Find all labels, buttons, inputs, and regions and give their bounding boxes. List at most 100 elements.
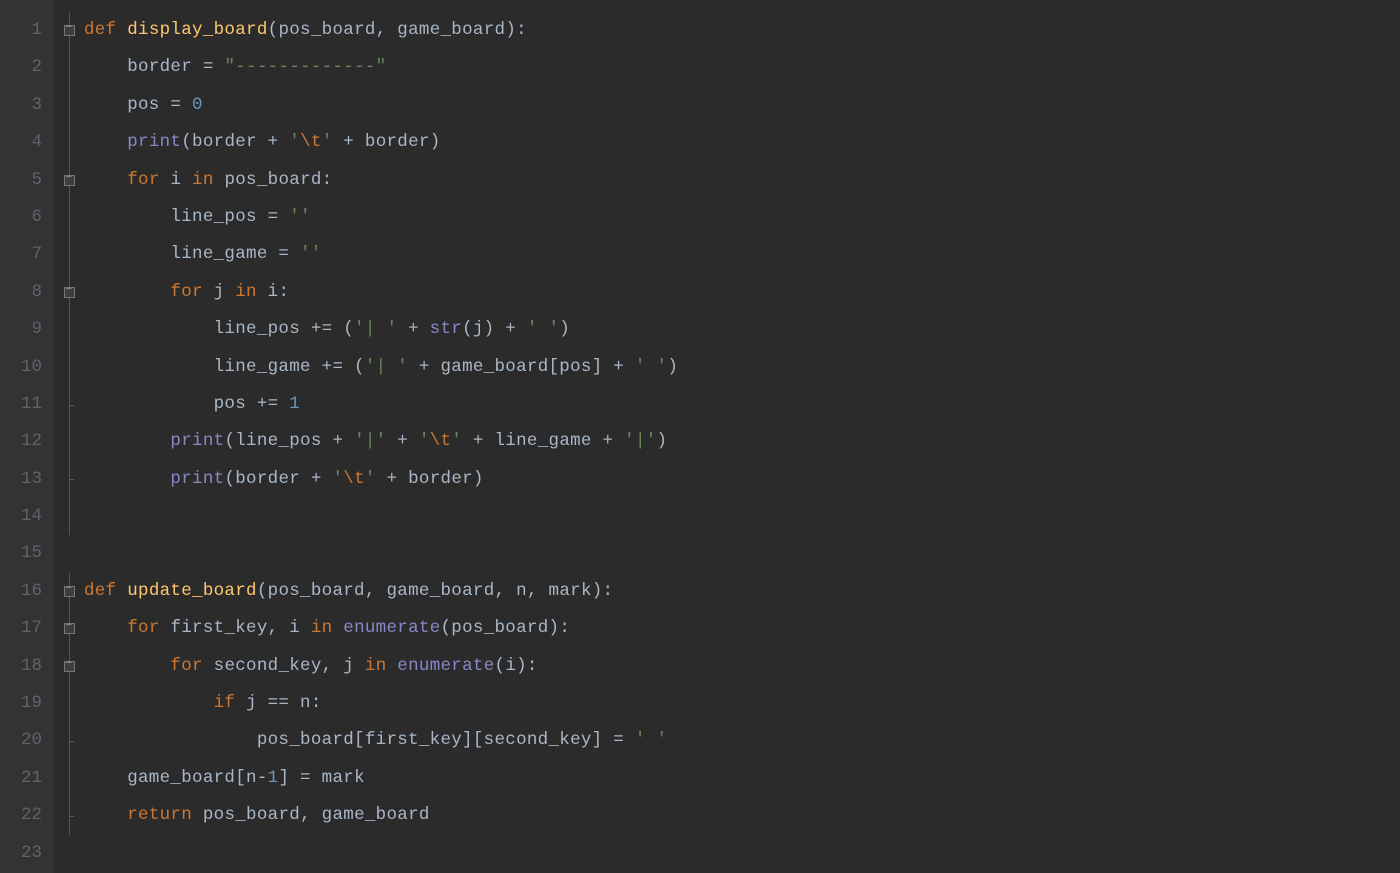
fold-cell <box>54 199 84 236</box>
token-s: ' <box>451 431 462 451</box>
token-id <box>84 469 170 489</box>
token-id: i <box>289 618 311 638</box>
token-k: def <box>84 581 127 601</box>
fold-toggle-icon[interactable] <box>64 623 75 634</box>
token-id: ) <box>657 431 668 451</box>
token-p: , <box>365 581 387 601</box>
fold-cell <box>54 311 84 348</box>
token-id: + game_board[pos] + <box>408 357 635 377</box>
line-number: 8 <box>0 274 54 311</box>
token-p: , <box>322 656 344 676</box>
code-line[interactable]: print(border + '\t' + border) <box>84 124 1400 161</box>
line-number: 3 <box>0 87 54 124</box>
token-k: in <box>365 656 397 676</box>
token-s: ' <box>332 469 343 489</box>
token-id: second_key <box>214 656 322 676</box>
code-line[interactable]: if j == n: <box>84 685 1400 722</box>
fold-cell <box>54 423 84 460</box>
code-line[interactable]: line_pos += ('| ' + str(j) + ' ') <box>84 311 1400 348</box>
token-id: j <box>214 282 236 302</box>
token-k: for <box>127 618 170 638</box>
line-number: 20 <box>0 722 54 759</box>
fold-cell <box>54 610 84 647</box>
token-s: ' <box>419 431 430 451</box>
token-fn: display_board <box>127 20 267 40</box>
token-k: for <box>127 170 170 190</box>
code-line[interactable]: print(line_pos + '|' + '\t' + line_game … <box>84 423 1400 460</box>
token-id: game_board <box>386 581 494 601</box>
fold-cell <box>54 573 84 610</box>
line-number: 19 <box>0 685 54 722</box>
token-s: ' ' <box>635 357 667 377</box>
fold-cell <box>54 461 84 498</box>
token-id: i: <box>268 282 290 302</box>
token-id <box>84 805 127 825</box>
token-id: + line_game + <box>462 431 624 451</box>
line-number: 6 <box>0 199 54 236</box>
token-s: '| ' <box>365 357 408 377</box>
line-number: 9 <box>0 311 54 348</box>
code-line[interactable] <box>84 498 1400 535</box>
token-s: '' <box>300 244 322 264</box>
fold-toggle-icon[interactable] <box>64 586 75 597</box>
token-id: (pos_board): <box>441 618 571 638</box>
token-id: mark): <box>549 581 614 601</box>
code-line[interactable]: print(border + '\t' + border) <box>84 461 1400 498</box>
code-line[interactable]: def display_board(pos_board, game_board)… <box>84 12 1400 49</box>
code-line[interactable]: game_board[n-1] = mark <box>84 760 1400 797</box>
code-area[interactable]: def display_board(pos_board, game_board)… <box>84 0 1400 873</box>
token-k: return <box>127 805 203 825</box>
token-p: , <box>527 581 549 601</box>
token-k: in <box>192 170 224 190</box>
line-number: 15 <box>0 535 54 572</box>
line-number: 18 <box>0 648 54 685</box>
code-line[interactable]: for i in pos_board: <box>84 162 1400 199</box>
fold-toggle-icon[interactable] <box>64 287 75 298</box>
token-s: ' <box>289 132 300 152</box>
code-line[interactable]: line_game = '' <box>84 236 1400 273</box>
code-line[interactable] <box>84 835 1400 872</box>
fold-cell <box>54 274 84 311</box>
token-id: pos += <box>84 394 289 414</box>
code-line[interactable]: for j in i: <box>84 274 1400 311</box>
code-line[interactable]: return pos_board, game_board <box>84 797 1400 834</box>
code-line[interactable]: for second_key, j in enumerate(i): <box>84 648 1400 685</box>
code-line[interactable]: pos_board[first_key][second_key] = ' ' <box>84 722 1400 759</box>
fold-toggle-icon[interactable] <box>64 25 75 36</box>
token-id: (i): <box>495 656 538 676</box>
token-n: 1 <box>268 768 279 788</box>
code-line[interactable]: border = "-------------" <box>84 49 1400 86</box>
token-id: ) <box>667 357 678 377</box>
token-id: (line_pos + <box>224 431 354 451</box>
line-number: 23 <box>0 835 54 872</box>
code-line[interactable] <box>84 535 1400 572</box>
code-line[interactable]: pos += 1 <box>84 386 1400 423</box>
code-line[interactable]: def update_board(pos_board, game_board, … <box>84 573 1400 610</box>
token-s: ' ' <box>527 319 559 339</box>
code-line[interactable]: pos = 0 <box>84 87 1400 124</box>
line-number: 10 <box>0 349 54 386</box>
fold-toggle-icon[interactable] <box>64 661 75 672</box>
token-id: i <box>170 170 192 190</box>
token-id: pos_board: <box>224 170 332 190</box>
code-line[interactable]: line_pos = '' <box>84 199 1400 236</box>
fold-cell <box>54 648 84 685</box>
fold-toggle-icon[interactable] <box>64 175 75 186</box>
fold-cell <box>54 12 84 49</box>
fold-cell <box>54 386 84 423</box>
fold-cell <box>54 685 84 722</box>
line-number: 7 <box>0 236 54 273</box>
token-k: \t <box>430 431 452 451</box>
token-id: + <box>397 319 429 339</box>
line-number: 16 <box>0 573 54 610</box>
code-line[interactable]: for first_key, i in enumerate(pos_board)… <box>84 610 1400 647</box>
token-s: '| ' <box>354 319 397 339</box>
token-id: ] = mark <box>278 768 364 788</box>
token-id <box>84 656 170 676</box>
token-k: for <box>170 282 213 302</box>
code-line[interactable]: line_game += ('| ' + game_board[pos] + '… <box>84 349 1400 386</box>
fold-cell <box>54 722 84 759</box>
token-k: \t <box>343 469 365 489</box>
line-number: 14 <box>0 498 54 535</box>
token-id: j <box>343 656 365 676</box>
